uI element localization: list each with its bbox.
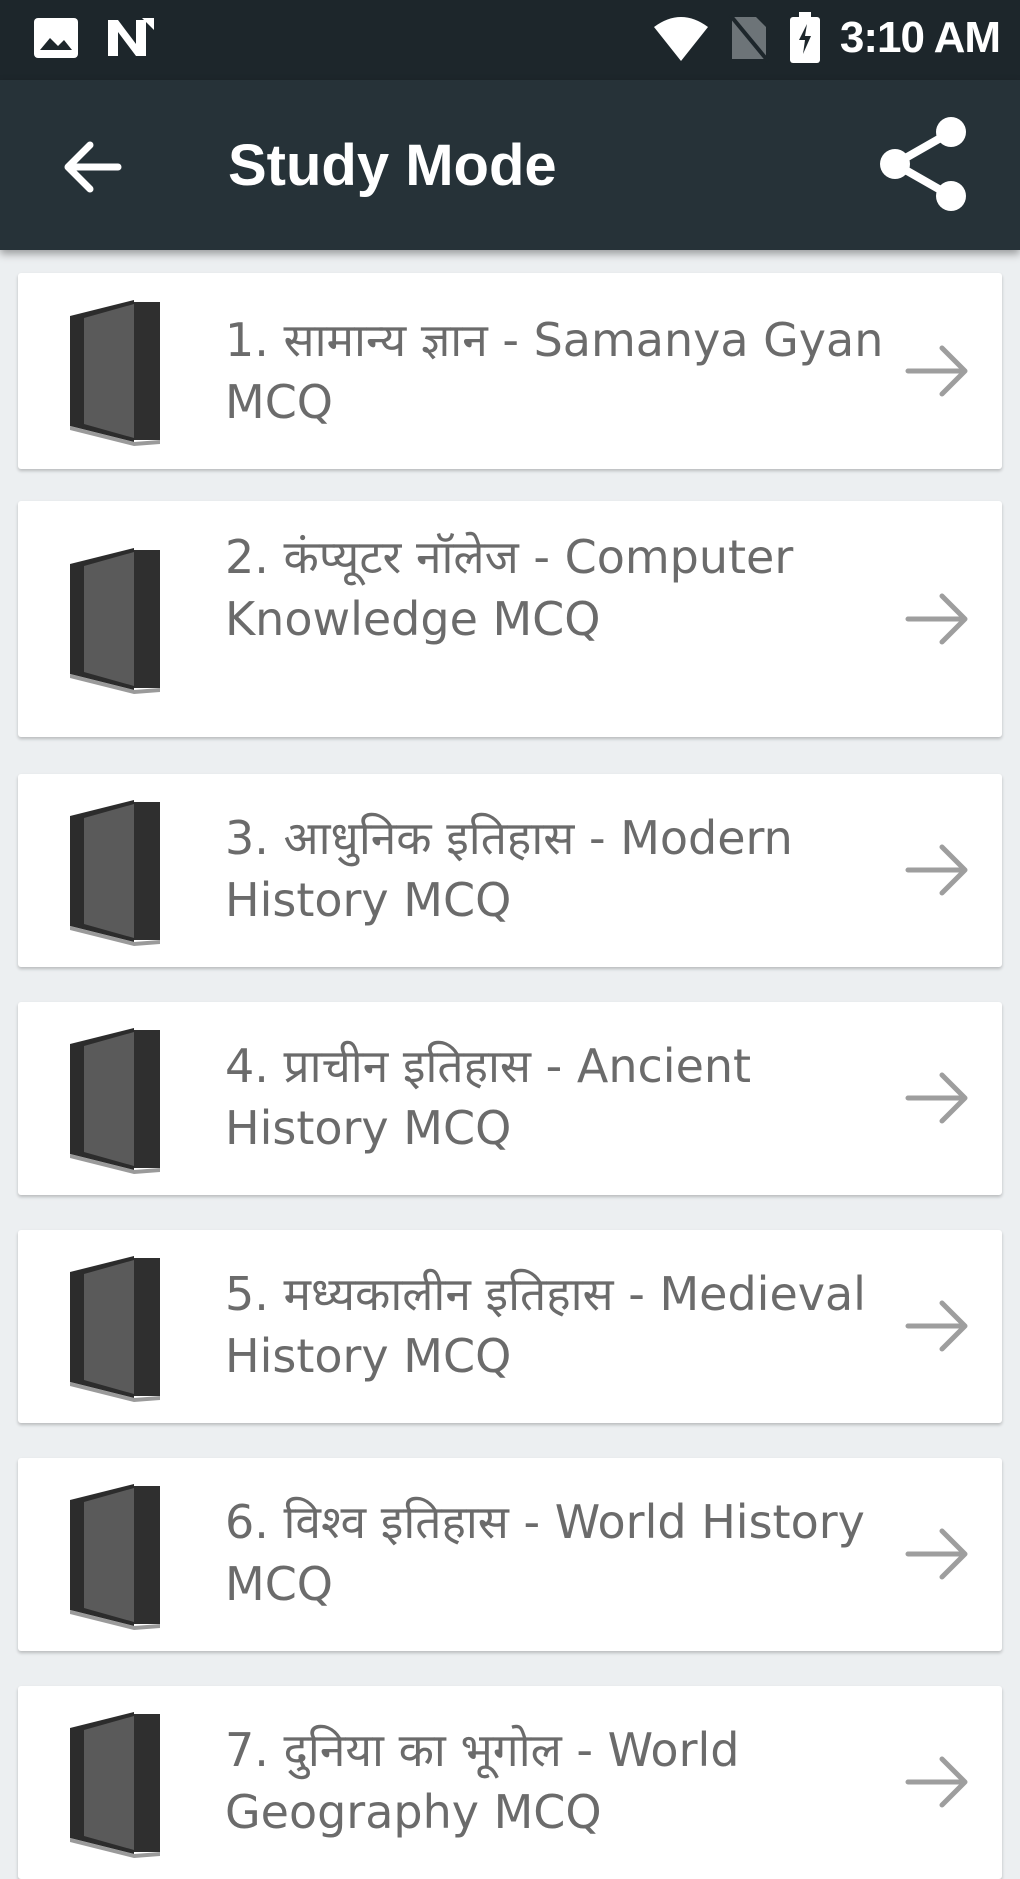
- arrow-forward-icon: [905, 1300, 968, 1352]
- list-item-7[interactable]: 7. दुनिया का भूगोल - World Geography MCQ: [18, 1686, 1002, 1879]
- list-item-label: 7. दुनिया का भूगोल - World Geography MCQ: [225, 1723, 740, 1839]
- book-icon: [70, 548, 160, 694]
- battery-icon: [789, 12, 820, 63]
- list-item-1[interactable]: 1. सामान्य ज्ञान - Samanya Gyan MCQ: [18, 273, 1002, 469]
- share-icon: [880, 117, 966, 211]
- book-icon: [70, 1256, 160, 1402]
- book-icon: [70, 1028, 160, 1174]
- status-right-icons: 3:10 AM: [652, 12, 1001, 64]
- list-item-5[interactable]: 5. मध्यकालीन इतिहास - Medieval History M…: [18, 1230, 1002, 1423]
- list-item-label: 3. आधुनिक इतिहास - Modern History MCQ: [225, 811, 793, 927]
- list-item-label: 1. सामान्य ज्ञान - Samanya Gyan MCQ: [225, 313, 884, 429]
- arrow-back-icon: [64, 141, 122, 193]
- list-item-label: 4. प्राचीन इतिहास - Ancient History MCQ: [225, 1039, 752, 1155]
- book-icon: [70, 300, 160, 446]
- image-icon: [34, 18, 78, 58]
- notification-n-icon: [108, 18, 154, 56]
- status-bar: 3:10 AM: [0, 0, 1020, 80]
- arrow-forward-icon: [905, 844, 968, 896]
- arrow-forward-icon: [905, 345, 968, 397]
- page-title: Study Mode: [228, 133, 557, 198]
- no-sim-icon: [728, 13, 770, 63]
- wifi-icon: [653, 17, 708, 61]
- list-item-2[interactable]: 2. कंप्यूटर नॉलेज - Computer Knowledge M…: [18, 501, 1002, 737]
- book-icon: [70, 1712, 160, 1858]
- list-item-label: 2. कंप्यूटर नॉलेज - Computer Knowledge M…: [225, 530, 794, 646]
- list-item-label: 6. विश्व इतिहास - World History MCQ: [225, 1495, 865, 1611]
- book-icon: [70, 1484, 160, 1630]
- app-bar: Study Mode: [0, 80, 1020, 250]
- arrow-forward-icon: [905, 593, 968, 645]
- list-item-3[interactable]: 3. आधुनिक इतिहास - Modern History MCQ: [18, 774, 1002, 967]
- book-icon: [70, 800, 160, 946]
- share-button[interactable]: [868, 108, 978, 220]
- list-item-6[interactable]: 6. विश्व इतिहास - World History MCQ: [18, 1458, 1002, 1651]
- arrow-forward-icon: [905, 1756, 968, 1808]
- back-button[interactable]: [52, 132, 132, 202]
- list-item-4[interactable]: 4. प्राचीन इतिहास - Ancient History MCQ: [18, 1002, 1002, 1195]
- status-time: 3:10 AM: [839, 13, 1001, 62]
- arrow-forward-icon: [905, 1528, 968, 1580]
- arrow-forward-icon: [905, 1072, 968, 1124]
- status-left-icons: [32, 14, 160, 62]
- list-item-label: 5. मध्यकालीन इतिहास - Medieval History M…: [225, 1267, 866, 1383]
